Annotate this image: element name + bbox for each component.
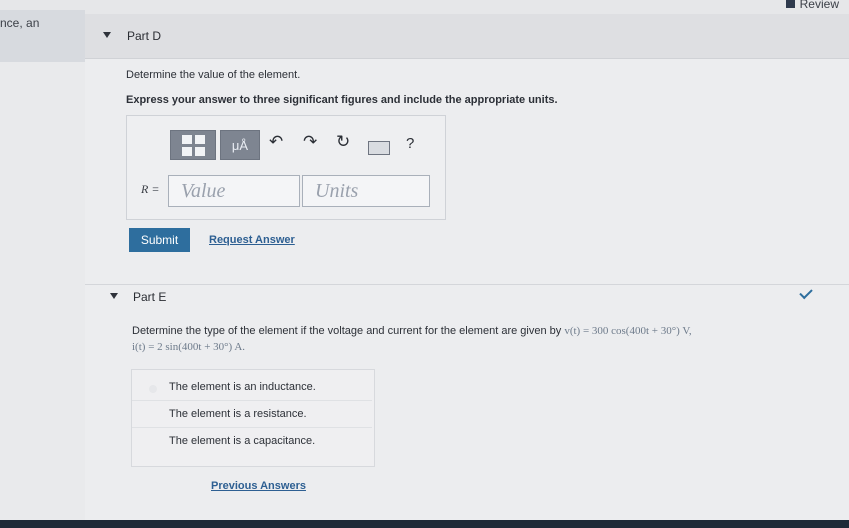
reset-icon[interactable]: ↻ [336,132,350,152]
part-d-header[interactable]: Part D [85,14,849,59]
question-text: Determine the type of the element if the… [132,325,562,337]
option-divider [132,427,372,428]
math-toolbar: μÅ [170,130,260,160]
undo-icon[interactable]: ↶ [269,132,283,152]
templates-icon [181,134,205,156]
review-button[interactable]: Review [785,0,839,11]
caret-down-icon[interactable] [103,32,111,38]
left-panel-text: nce, an [0,16,40,30]
option-resistance[interactable]: The element is a resistance. [169,408,307,420]
units-input[interactable]: Units [302,175,430,207]
part-e-question: Determine the type of the element if the… [132,325,692,337]
current-expression: i(t) = 2 sin(400t + 30°) A. [132,341,246,353]
review-label: Review [799,0,839,11]
answer-label: R = [141,182,160,196]
keyboard-icon[interactable] [368,141,390,155]
option-capacitance[interactable]: The element is a capacitance. [169,435,315,447]
option-divider [132,400,372,401]
caret-down-icon[interactable] [110,293,118,299]
bottom-bar [0,520,849,528]
request-answer-link[interactable]: Request Answer [209,234,295,246]
part-d-instruction: Determine the value of the element. [126,69,301,81]
top-bar: Review [0,0,849,14]
submit-button[interactable]: Submit [129,228,190,252]
book-icon [785,0,795,8]
part-d-express: Express your answer to three significant… [126,94,558,106]
part-d-title: Part D [127,29,162,43]
previous-answers-link[interactable]: Previous Answers [211,480,306,492]
part-e-title: Part E [133,290,167,304]
section-divider [85,284,849,285]
option-inductance[interactable]: The element is an inductance. [169,381,316,393]
value-input[interactable]: Value [168,175,300,207]
help-icon[interactable]: ? [406,135,414,152]
units-button[interactable]: μÅ [220,130,260,160]
voltage-expression: v(t) = 300 cos(400t + 30°) V, [564,325,692,337]
selected-radio-icon[interactable] [149,385,157,393]
left-panel: nce, an [0,10,85,62]
redo-icon[interactable]: ↷ [303,132,317,152]
templates-button[interactable] [170,130,216,160]
